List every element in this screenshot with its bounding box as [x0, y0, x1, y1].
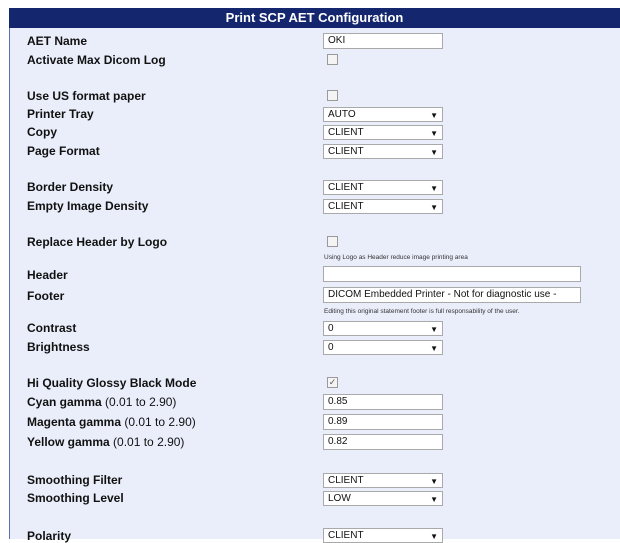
smoothing-level-label: Smoothing Level	[27, 491, 124, 505]
chevron-down-icon: ▼	[430, 111, 438, 120]
glossy-black-mode-checkbox[interactable]: ✓	[327, 377, 338, 388]
chevron-down-icon: ▼	[430, 184, 438, 193]
smoothing-filter-value: CLIENT	[328, 475, 364, 486]
header-input[interactable]	[323, 266, 581, 282]
activate-max-dicom-log-checkbox[interactable]	[327, 54, 338, 65]
yellow-gamma-name: Yellow gamma	[27, 435, 110, 449]
copy-label: Copy	[27, 125, 57, 139]
replace-header-by-logo-checkbox[interactable]	[327, 236, 338, 247]
printer-tray-value: AUTO	[328, 109, 356, 120]
copy-select[interactable]: CLIENT ▼	[323, 125, 443, 140]
smoothing-filter-label: Smoothing Filter	[27, 473, 123, 487]
contrast-value: 0	[328, 323, 334, 334]
empty-image-density-label: Empty Image Density	[27, 199, 149, 213]
magenta-gamma-name: Magenta gamma	[27, 415, 122, 429]
copy-value: CLIENT	[328, 127, 364, 138]
aet-name-label: AET Name	[27, 34, 88, 48]
chevron-down-icon: ▼	[430, 477, 438, 486]
contrast-select[interactable]: 0 ▼	[323, 321, 443, 336]
activate-max-dicom-log-label: Activate Max Dicom Log	[27, 53, 166, 67]
chevron-down-icon: ▼	[430, 344, 438, 353]
printer-tray-select[interactable]: AUTO ▼	[323, 107, 443, 122]
polarity-select[interactable]: CLIENT ▼	[323, 528, 443, 543]
yellow-gamma-input[interactable]: 0.82	[323, 434, 443, 450]
page-format-label: Page Format	[27, 144, 100, 158]
aet-name-input[interactable]: OKI	[323, 33, 443, 49]
cyan-gamma-range: (0.01 to 2.90)	[101, 395, 177, 409]
magenta-gamma-range: (0.01 to 2.90)	[121, 415, 196, 429]
chevron-down-icon: ▼	[430, 495, 438, 504]
yellow-gamma-label: Yellow gamma (0.01 to 2.90)	[27, 435, 184, 449]
chevron-down-icon: ▼	[430, 203, 438, 212]
chevron-down-icon: ▼	[430, 532, 438, 541]
use-us-format-paper-label: Use US format paper	[27, 89, 146, 103]
polarity-label: Polarity	[27, 529, 72, 543]
brightness-select[interactable]: 0 ▼	[323, 340, 443, 355]
printer-tray-label: Printer Tray	[27, 107, 94, 121]
smoothing-filter-select[interactable]: CLIENT ▼	[323, 473, 443, 488]
magenta-gamma-label: Magenta gamma (0.01 to 2.90)	[27, 415, 196, 429]
replace-header-hint: Using Logo as Header reduce image printi…	[324, 254, 468, 261]
footer-input[interactable]: DICOM Embedded Printer - Not for diagnos…	[323, 287, 581, 303]
brightness-label: Brightness	[27, 340, 90, 354]
smoothing-level-select[interactable]: LOW ▼	[323, 491, 443, 506]
footer-hint: Editing this original statement footer i…	[324, 308, 520, 315]
contrast-label: Contrast	[27, 321, 77, 335]
footer-label: Footer	[27, 289, 65, 303]
glossy-black-mode-label: Hi Quality Glossy Black Mode	[27, 376, 197, 390]
brightness-value: 0	[328, 342, 334, 353]
replace-header-by-logo-label: Replace Header by Logo	[27, 235, 168, 249]
border-density-label: Border Density	[27, 180, 114, 194]
cyan-gamma-label: Cyan gamma (0.01 to 2.90)	[27, 395, 176, 409]
border-density-select[interactable]: CLIENT ▼	[323, 180, 443, 195]
cyan-gamma-input[interactable]: 0.85	[323, 394, 443, 410]
chevron-down-icon: ▼	[430, 325, 438, 334]
empty-image-density-value: CLIENT	[328, 201, 364, 212]
page-format-value: CLIENT	[328, 146, 364, 157]
chevron-down-icon: ▼	[430, 148, 438, 157]
chevron-down-icon: ▼	[430, 129, 438, 138]
empty-image-density-select[interactable]: CLIENT ▼	[323, 199, 443, 214]
border-density-value: CLIENT	[328, 182, 364, 193]
cyan-gamma-name: Cyan gamma	[27, 395, 102, 409]
polarity-value: CLIENT	[328, 530, 364, 541]
yellow-gamma-range: (0.01 to 2.90)	[109, 435, 185, 449]
smoothing-level-value: LOW	[328, 493, 351, 504]
check-icon: ✓	[328, 377, 337, 387]
magenta-gamma-input[interactable]: 0.89	[323, 414, 443, 430]
page-format-select[interactable]: CLIENT ▼	[323, 144, 443, 159]
use-us-format-paper-checkbox[interactable]	[327, 90, 338, 101]
page-title: Print SCP AET Configuration	[9, 8, 620, 28]
header-label: Header	[27, 268, 68, 282]
